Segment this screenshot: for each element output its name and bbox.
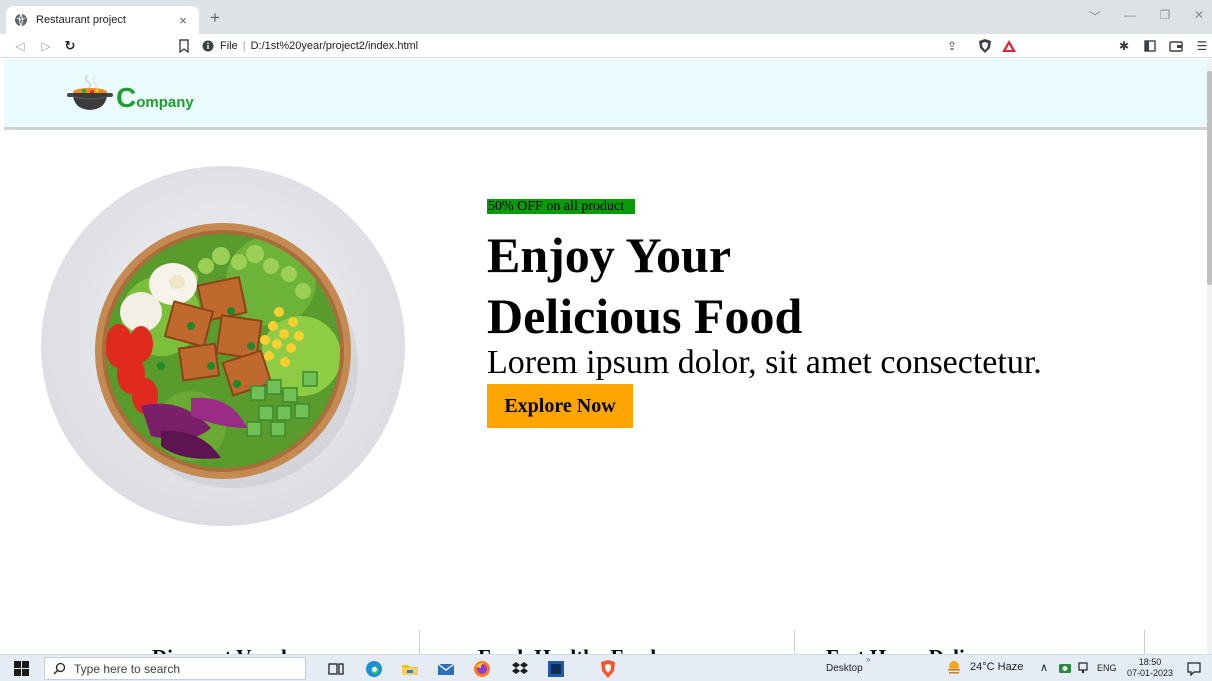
desktop-toolbar-label[interactable]: Desktop: [826, 663, 863, 674]
back-icon[interactable]: ◁: [12, 38, 28, 54]
edge-icon[interactable]: [364, 659, 384, 679]
weather-haze-icon[interactable]: [946, 660, 962, 676]
feature-divider: [794, 630, 795, 654]
system-clock[interactable]: 18:50 07-01-2023: [1124, 657, 1176, 679]
file-explorer-icon[interactable]: [400, 659, 420, 679]
search-icon: [53, 662, 66, 675]
logo-initial: C: [116, 82, 137, 113]
hero-subtitle: Lorem ipsum dolor, sit amet consectetur.: [487, 344, 1042, 381]
address-bar[interactable]: File | D:/1st%20year/project2/index.html: [198, 36, 1028, 56]
close-window-button[interactable]: ✕: [1187, 8, 1211, 22]
network-icon[interactable]: [1076, 661, 1090, 675]
clock-date: 07-01-2023: [1126, 668, 1174, 678]
brave-rewards-icon[interactable]: [1001, 38, 1017, 54]
feature-fresh-healthy-food: Fresh Healthy Food: [478, 645, 656, 654]
taskbar-search-placeholder: Type here to search: [74, 661, 181, 676]
scrollbar-thumb[interactable]: [1207, 71, 1212, 285]
globe-icon: [15, 13, 27, 27]
logo-text: Company: [116, 84, 194, 112]
hero-title-line2: Delicious Food: [487, 288, 803, 344]
browser-tab[interactable]: Restaurant project ×: [6, 6, 199, 34]
sidebar-icon[interactable]: [1142, 38, 1158, 54]
weather-text[interactable]: 24°C Haze: [970, 661, 1023, 673]
screen: Restaurant project × + ﹀ — ❐ ✕ ◁ ▷ ↻ Fil…: [0, 0, 1212, 681]
camera-icon[interactable]: [1058, 662, 1072, 674]
share-icon[interactable]: ⇪: [944, 38, 960, 54]
company-logo[interactable]: Company: [66, 73, 194, 113]
brave-browser-icon[interactable]: [598, 659, 618, 679]
windows-start-icon[interactable]: [14, 661, 29, 676]
clock-time: 18:50: [1138, 657, 1162, 667]
tab-title: Restaurant project: [36, 14, 126, 26]
windows-taskbar: Type here to search Desktop » 24°C Haze …: [0, 654, 1212, 681]
chevron-right-icon[interactable]: »: [866, 655, 870, 664]
dropbox-icon[interactable]: [510, 659, 530, 679]
url-scheme: File: [220, 40, 238, 52]
hero-food-image: [41, 166, 405, 526]
browser-toolbar: ◁ ▷ ↻ File | D:/1st%20year/project2/inde…: [0, 34, 1212, 58]
browser-tabstrip: Restaurant project × + ﹀ — ❐ ✕: [0, 0, 1212, 34]
page-scrollbar[interactable]: [1207, 59, 1212, 654]
brave-shield-icon[interactable]: [977, 38, 993, 54]
tray-chevron-up-icon[interactable]: ∧: [1040, 661, 1048, 674]
feature-divider: [419, 630, 420, 654]
explore-now-button[interactable]: Explore Now: [487, 384, 633, 428]
tab-search-icon[interactable]: ﹀: [1083, 8, 1107, 25]
url-path: D:/1st%20year/project2/index.html: [250, 40, 419, 52]
restore-button[interactable]: ❐: [1153, 8, 1177, 22]
reload-icon[interactable]: ↻: [62, 38, 78, 54]
code-editor-icon[interactable]: [546, 659, 566, 679]
site-header: Company: [4, 59, 1208, 130]
hero-title: Enjoy Your Delicious Food: [487, 225, 1127, 347]
page-viewport: Company 50% OFF on all product Enjoy You…: [0, 59, 1212, 654]
notifications-icon[interactable]: [1186, 661, 1202, 677]
language-indicator[interactable]: ENG: [1097, 663, 1117, 673]
hero-title-line1: Enjoy Your: [487, 227, 732, 283]
url-separator: |: [242, 40, 246, 52]
mail-icon[interactable]: [436, 659, 456, 679]
feature-divider: [1144, 630, 1145, 654]
forward-icon[interactable]: ▷: [38, 38, 54, 54]
tab-close-icon[interactable]: ×: [175, 13, 191, 28]
info-icon[interactable]: [202, 40, 214, 52]
cooking-pot-icon: [67, 74, 113, 110]
extensions-icon[interactable]: ✱: [1116, 38, 1132, 54]
feature-fast-home-delivery: Fast Home Delivery: [826, 645, 1004, 654]
menu-icon[interactable]: ☰: [1194, 38, 1210, 54]
wallet-icon[interactable]: [1168, 38, 1184, 54]
task-view-icon[interactable]: [326, 659, 346, 679]
taskbar-search-input[interactable]: Type here to search: [44, 657, 306, 680]
minimize-button[interactable]: —: [1118, 8, 1142, 22]
new-tab-button[interactable]: +: [205, 8, 225, 28]
firefox-icon[interactable]: [472, 659, 492, 679]
feature-discount-voucher: Discount Voucher: [152, 645, 311, 654]
logo-rest: ompany: [136, 94, 194, 111]
offer-badge: 50% OFF on all product: [487, 199, 635, 214]
bookmark-icon[interactable]: [178, 39, 190, 53]
